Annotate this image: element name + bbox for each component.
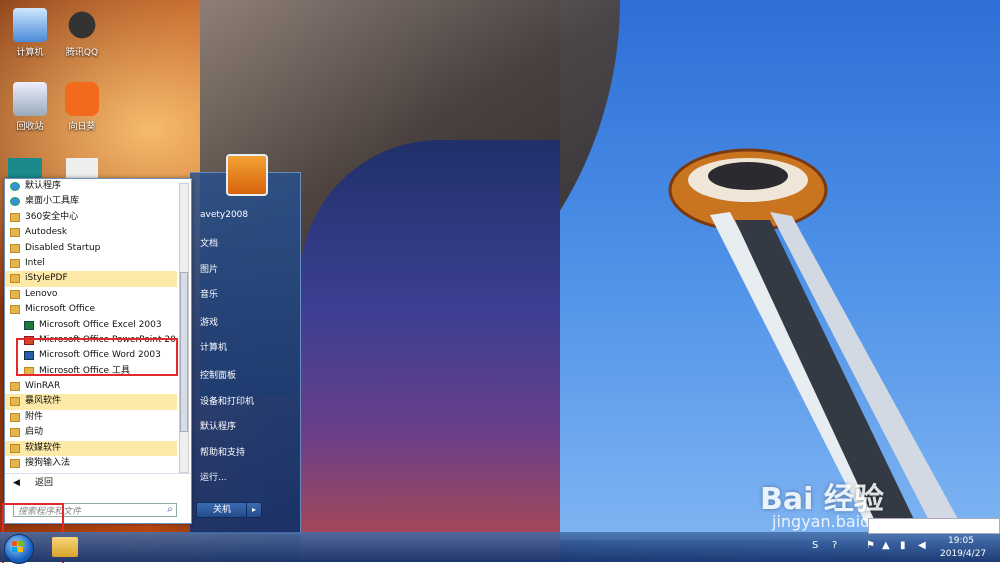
folder-icon <box>10 412 20 422</box>
folder-icon <box>10 397 20 407</box>
program-list: 默认程序桌面小工具库 360安全中心 Autodesk Disabled Startu… <box>5 179 177 471</box>
program-label: 软媒软件 <box>25 442 62 453</box>
program-item[interactable]: 暴风软件 <box>5 394 177 410</box>
program-label: Lenovo <box>25 288 58 299</box>
program-label: 360安全中心 <box>25 211 79 222</box>
folder-icon <box>10 459 20 469</box>
user-name-link[interactable]: avety2008 <box>200 210 248 220</box>
gadgets-icon <box>10 197 20 207</box>
folder-icon <box>10 289 20 299</box>
start-menu-right-item[interactable]: 文档 <box>200 236 218 249</box>
desktop-icon-recycle-bin[interactable]: 回收站 <box>0 82 60 132</box>
program-label: WinRAR <box>25 381 61 392</box>
program-item[interactable]: Disabled Startup <box>5 241 177 256</box>
program-item[interactable]: 搜狗输入法 <box>5 456 177 471</box>
folder-icon <box>10 243 20 253</box>
program-list-scrollbar[interactable] <box>179 183 189 473</box>
program-label: 桌面小工具库 <box>25 196 80 207</box>
folder-icon <box>10 382 20 392</box>
program-label: iStylePDF <box>25 273 68 284</box>
start-menu-right-item[interactable]: 计算机 <box>200 340 227 353</box>
taskbar <box>0 532 1000 562</box>
back-label: 返回 <box>35 478 54 488</box>
help-tray-icon[interactable]: ? <box>832 540 837 551</box>
start-menu-right-item[interactable]: 控制面板 <box>200 368 236 381</box>
clock-time[interactable]: 19:05 <box>948 536 974 546</box>
program-item[interactable]: iStylePDF <box>5 271 177 287</box>
program-label: 附件 <box>25 411 44 422</box>
program-label: Intel <box>25 257 45 268</box>
program-label: 启动 <box>25 427 44 438</box>
program-label: Microsoft Office <box>25 304 96 315</box>
folder-icon <box>10 274 20 284</box>
qq-icon <box>65 8 99 42</box>
back-button[interactable]: ◀ 返回 <box>5 473 191 492</box>
desktop-icon-label: 向日葵 <box>68 122 96 132</box>
desktop-icon-label: 腾讯QQ <box>65 48 99 58</box>
sunflower-icon <box>65 82 99 116</box>
program-item[interactable]: Lenovo <box>5 287 177 302</box>
flag-tray-icon[interactable]: ⚑ <box>866 540 875 551</box>
scrollbar-thumb[interactable] <box>180 272 188 432</box>
computer-icon <box>13 8 47 42</box>
desktop-icon-partial[interactable] <box>8 158 42 178</box>
program-item[interactable]: Autodesk <box>5 225 177 240</box>
folder-icon <box>10 228 20 238</box>
program-label: Autodesk <box>25 227 68 238</box>
start-menu-right-item[interactable]: 图片 <box>200 262 218 275</box>
program-item[interactable]: Microsoft Office <box>5 302 177 317</box>
ime-toolbar[interactable] <box>868 518 1000 534</box>
desktop-icon-qq[interactable]: 腾讯QQ <box>52 8 112 58</box>
program-item[interactable]: 默认程序 <box>5 179 177 194</box>
excel-icon <box>24 320 34 330</box>
program-label: Microsoft Office Excel 2003 <box>39 319 162 330</box>
back-arrow-icon: ◀ <box>13 478 20 488</box>
explorer-taskbar-button[interactable] <box>52 537 78 557</box>
program-item[interactable]: WinRAR <box>5 379 177 394</box>
program-item[interactable]: Microsoft Office Excel 2003 <box>5 318 177 333</box>
folder-icon <box>10 305 20 315</box>
program-label: Disabled Startup <box>25 242 101 253</box>
show-hidden-icons-icon[interactable]: ▲ <box>882 540 890 551</box>
start-menu-right-item[interactable]: 运行... <box>200 470 227 483</box>
program-item[interactable]: 360安全中心 <box>5 210 177 225</box>
start-menu-right-item[interactable]: 设备和打印机 <box>200 394 254 407</box>
desktop-icon-computer[interactable]: 计算机 <box>0 8 60 58</box>
shutdown-options-button[interactable]: ▸ <box>246 502 262 518</box>
windows-logo-icon <box>12 541 23 552</box>
program-item[interactable]: 启动 <box>5 425 177 440</box>
highlight-box-word <box>16 338 178 376</box>
program-item[interactable]: 桌面小工具库 <box>5 194 177 209</box>
start-menu-right-item[interactable]: 音乐 <box>200 287 218 300</box>
program-label: 暴风软件 <box>25 396 62 407</box>
program-item[interactable]: Intel <box>5 256 177 271</box>
desktop-icon-label: 计算机 <box>16 48 44 58</box>
folder-icon <box>10 258 20 268</box>
start-menu-right-item[interactable]: 默认程序 <box>200 419 236 432</box>
network-icon[interactable]: ▮ <box>900 540 906 551</box>
default-programs-icon <box>10 182 20 191</box>
volume-icon[interactable]: ◀ <box>918 540 926 551</box>
sogou-tray-icon[interactable]: S <box>812 540 818 551</box>
recycle-bin-icon <box>13 82 47 116</box>
clock-date[interactable]: 2019/4/27 <box>940 549 986 559</box>
folder-icon <box>10 443 20 453</box>
folder-icon <box>10 212 20 222</box>
desktop-icon-sunflower[interactable]: 向日葵 <box>52 82 112 132</box>
user-avatar[interactable] <box>226 154 268 196</box>
program-label: 搜狗输入法 <box>25 458 71 469</box>
start-menu-right-item[interactable]: 游戏 <box>200 315 218 328</box>
desktop-icon-partial-2[interactable] <box>66 158 98 178</box>
shutdown-button[interactable]: 关机 <box>196 502 248 518</box>
desktop-icon-label: 回收站 <box>16 122 44 132</box>
start-menu-right-item[interactable]: 帮助和支持 <box>200 445 245 458</box>
search-icon[interactable]: ⌕ <box>163 504 177 516</box>
folder-icon <box>10 428 20 438</box>
program-item[interactable]: 附件 <box>5 410 177 425</box>
program-item[interactable]: 软媒软件 <box>5 440 177 457</box>
program-label: 默认程序 <box>25 181 62 191</box>
